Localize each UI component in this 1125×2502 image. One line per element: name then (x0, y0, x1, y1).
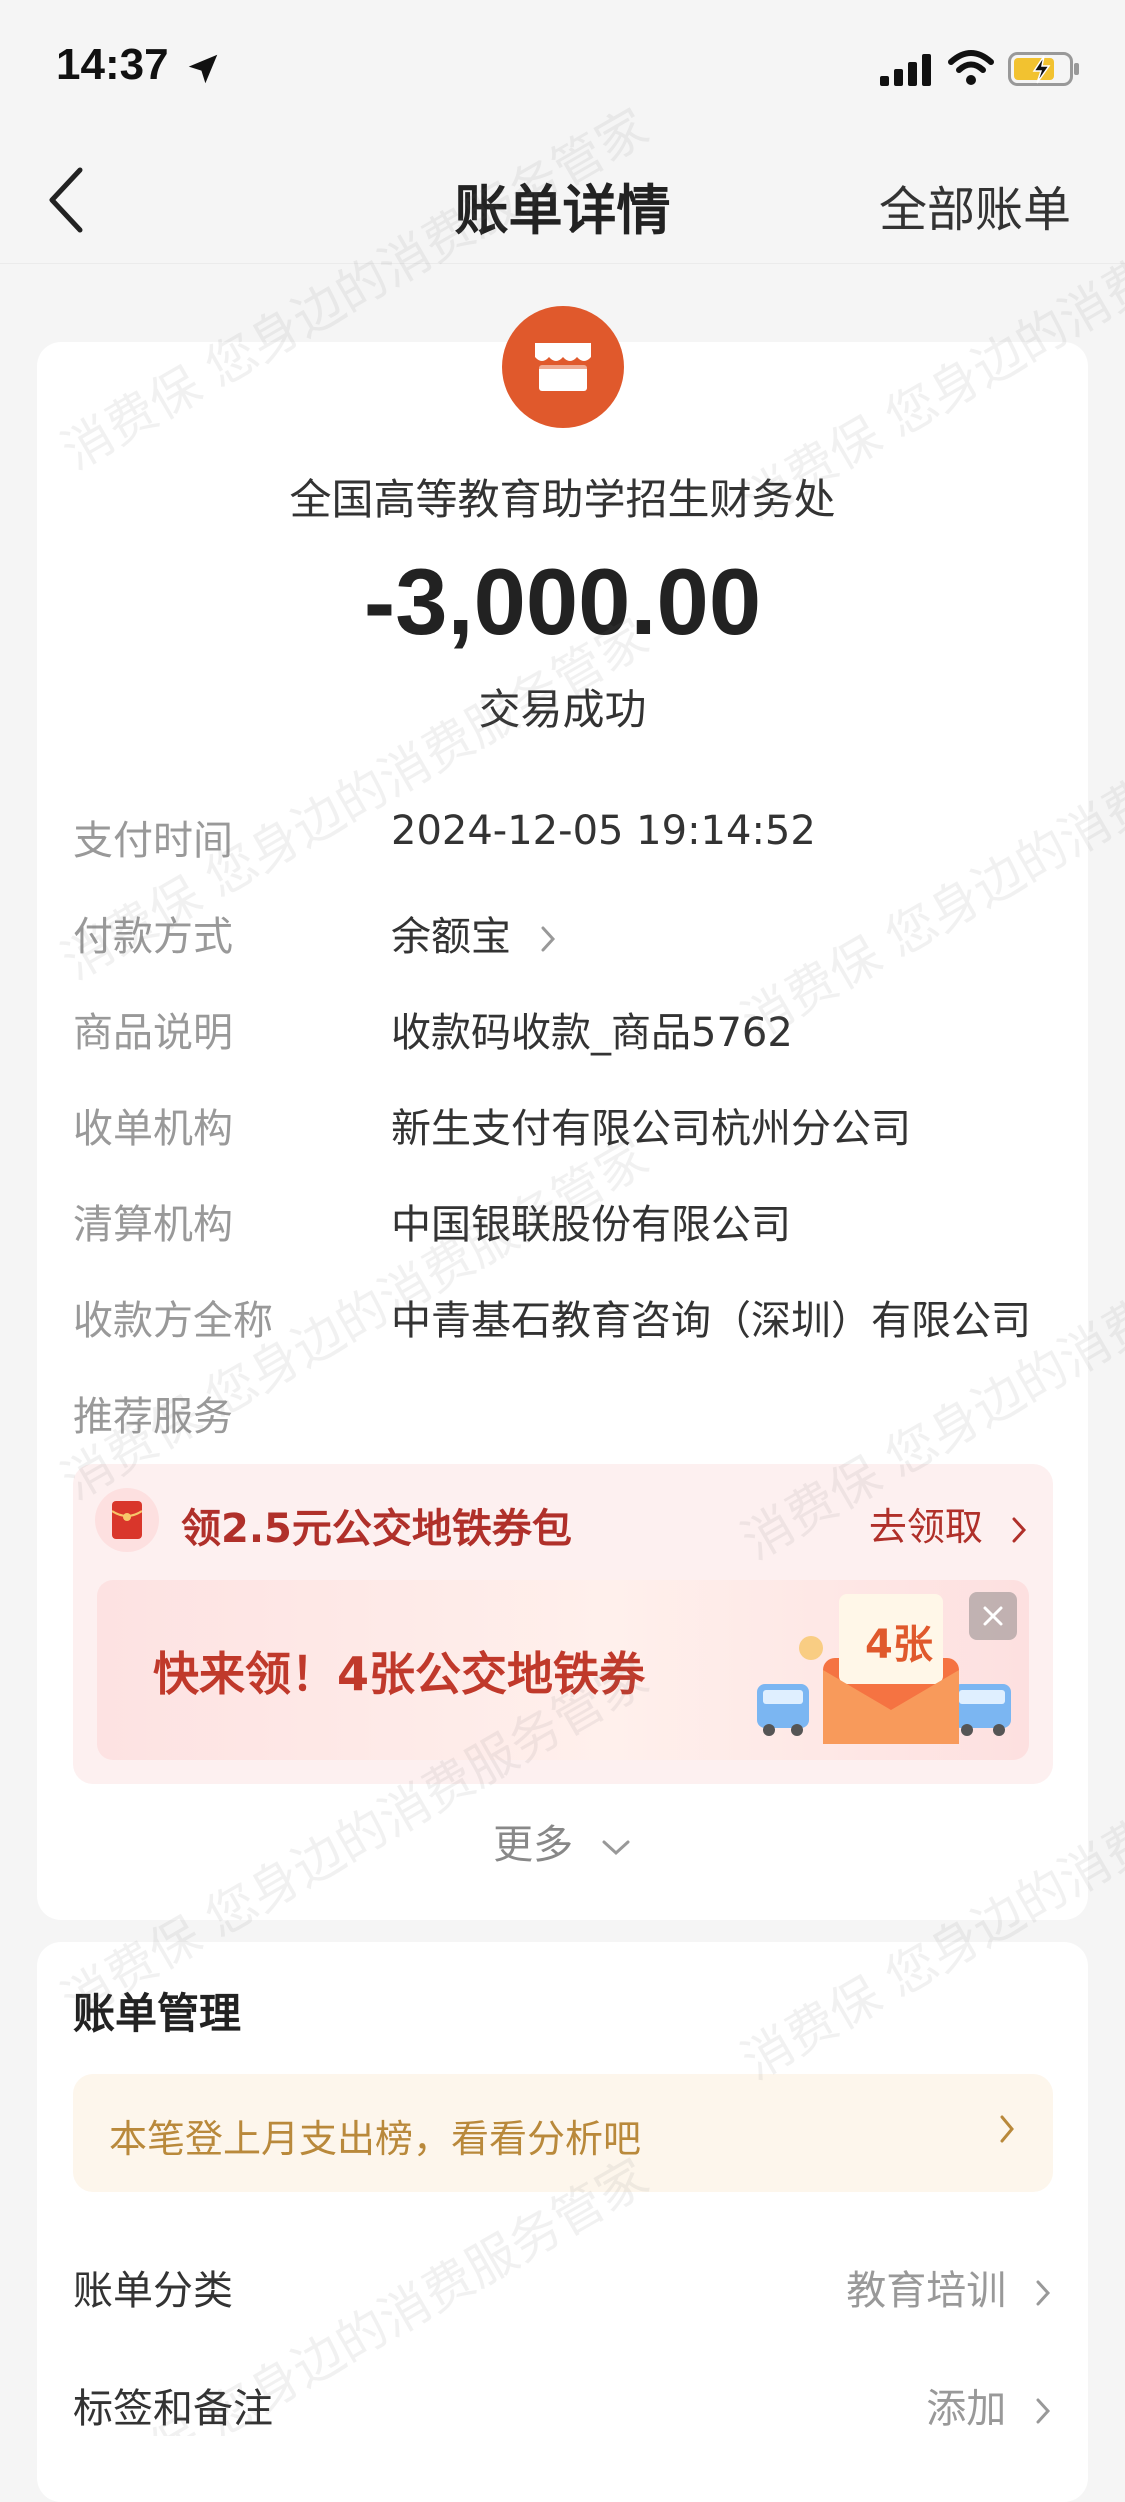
status-time: 14:37 (56, 40, 169, 89)
status-bar: 14:37 (0, 0, 1125, 130)
transaction-status: 交易成功 (478, 685, 647, 734)
row-label: 标签和备注 (73, 2386, 273, 2432)
detail-label: 收款方全称 (73, 1298, 273, 1344)
promo-title[interactable]: 领2.5元公交地铁券包 (181, 1496, 572, 1554)
detail-row-product-desc: 商品说明 收款码收款_商品5762 (73, 1000, 1053, 1060)
detail-value: 2024-12-05 19:14:52 (391, 808, 816, 854)
more-button[interactable]: 更多 (37, 1812, 1088, 1870)
navigation-bar: 账单详情 全部账单 (0, 130, 1125, 264)
spending-insight-banner[interactable]: 本笔登上月支出榜，看看分析吧 (73, 2074, 1053, 2192)
envelope-label: 4张 (865, 1622, 933, 1668)
category-value: 教育培训 (846, 2258, 1053, 2316)
detail-label: 支付时间 (73, 818, 233, 864)
row-label: 账单分类 (73, 2268, 233, 2314)
wifi-icon (948, 50, 994, 85)
chevron-right-icon (1012, 1517, 1027, 1542)
detail-row-recommended: 推荐服务 (73, 1384, 1053, 1444)
claim-button[interactable]: 去领取 (869, 1496, 1029, 1551)
red-packet-icon (95, 1488, 159, 1552)
merchant-name: 全国高等教育助学招生财务处 (289, 475, 836, 524)
detail-row-acquirer: 收单机构 新生支付有限公司杭州分公司 (73, 1096, 1053, 1156)
section-title: 账单管理 (73, 1989, 242, 2038)
detail-value: 收款码收款_商品5762 (391, 1010, 793, 1056)
detail-label: 清算机构 (73, 1202, 233, 1248)
bill-category-row[interactable]: 账单分类 教育培训 (73, 2258, 1053, 2318)
cellular-signal-icon (880, 54, 931, 86)
location-arrow-icon (188, 54, 218, 84)
promo-banner[interactable]: 快来领！4张公交地铁券 4张 (97, 1580, 1029, 1760)
claim-label: 去领取 (868, 1505, 983, 1549)
detail-label: 付款方式 (73, 914, 233, 960)
bill-detail-card: 全国高等教育助学招生财务处 -3,000.00 交易成功 支付时间 2024-1… (37, 306, 1088, 1920)
promo-box: 领2.5元公交地铁券包 去领取 快来领！4张公交地铁券 4张 (73, 1464, 1053, 1784)
transaction-amount: -3,000.00 (363, 549, 762, 654)
insight-text: 本笔登上月支出榜，看看分析吧 (109, 2117, 642, 2161)
detail-row-payment-method[interactable]: 付款方式 余额宝 (73, 904, 1053, 964)
row-value: 教育培训 (846, 2268, 1007, 2314)
merchant-avatar (502, 306, 624, 428)
detail-label: 收单机构 (73, 1106, 233, 1152)
detail-row-clearing: 清算机构 中国银联股份有限公司 (73, 1192, 1053, 1252)
chevron-right-icon (541, 926, 555, 952)
detail-label: 推荐服务 (73, 1394, 233, 1440)
payment-method-link[interactable]: 余额宝 (391, 904, 558, 962)
more-label: 更多 (493, 1822, 574, 1868)
chevron-right-icon (1036, 2280, 1051, 2306)
chevron-right-icon (1000, 2115, 1014, 2143)
add-tag-value: 添加 (926, 2376, 1053, 2434)
detail-value: 中国银联股份有限公司 (391, 1202, 791, 1248)
detail-row-pay-time: 支付时间 2024-12-05 19:14:52 (73, 808, 1053, 868)
detail-value: 余额宝 (391, 914, 511, 960)
row-value: 添加 (926, 2386, 1007, 2432)
banner-text: 快来领！4张公交地铁券 (153, 1647, 646, 1701)
bill-management-card: 账单管理 本笔登上月支出榜，看看分析吧 账单分类 教育培训 标签和备注 添加 (37, 1942, 1088, 2502)
chevron-down-icon (602, 1840, 630, 1856)
battery-charging-icon (1008, 52, 1079, 86)
detail-value: 新生支付有限公司杭州分公司 (391, 1106, 911, 1152)
all-bills-link[interactable]: 全部账单 (879, 170, 1071, 240)
tags-notes-row[interactable]: 标签和备注 添加 (73, 2376, 1053, 2436)
detail-label: 商品说明 (73, 1010, 233, 1056)
detail-value: 中青基石教育咨询（深圳）有限公司 (391, 1298, 1031, 1344)
shop-icon (535, 343, 591, 391)
detail-row-payee: 收款方全称 中青基石教育咨询（深圳）有限公司 (73, 1288, 1053, 1348)
chevron-right-icon (1036, 2398, 1051, 2424)
banner-close-button[interactable] (969, 1592, 1017, 1640)
close-icon (983, 1606, 1003, 1626)
